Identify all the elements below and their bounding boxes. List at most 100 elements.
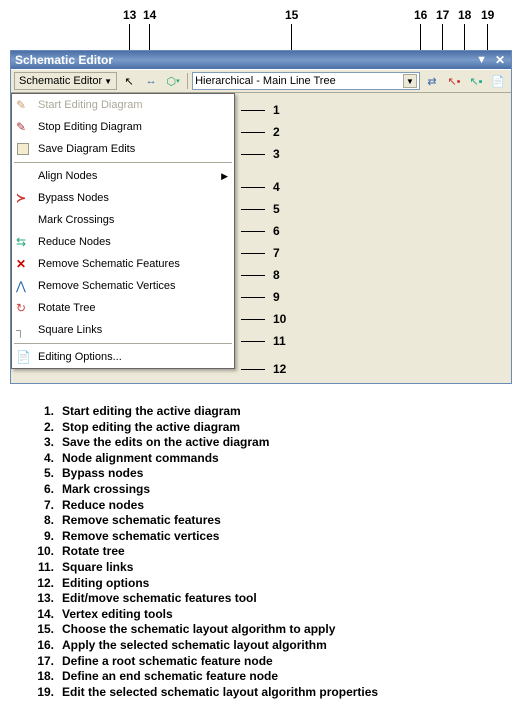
legend-row: 2.Stop editing the active diagram [30, 420, 502, 436]
callout-number: 8 [273, 268, 280, 282]
legend-number: 7. [30, 498, 54, 514]
menu-item[interactable]: ↻Rotate Tree [12, 297, 234, 319]
legend-number: 8. [30, 513, 54, 529]
callout-row: 2 [241, 121, 280, 143]
legend-number: 18. [30, 669, 54, 685]
callout-row: 7 [241, 242, 280, 264]
cursor-icon[interactable]: ↖ [119, 72, 139, 90]
menu-separator [14, 162, 232, 163]
layout-algorithm-combo[interactable]: Hierarchical - Main Line Tree ▼ [192, 72, 420, 90]
legend-number: 17. [30, 654, 54, 670]
legend-row: 16. Apply the selected schematic layout a… [30, 638, 502, 654]
legend-row: 6. Mark crossings [30, 482, 502, 498]
legend-text: Remove schematic vertices [62, 529, 219, 545]
square-icon: ┐ [15, 322, 31, 338]
callout-row: 6 [241, 220, 280, 242]
menu-item[interactable]: ✕Remove Schematic Features [12, 253, 234, 275]
legend-number: 6. [30, 482, 54, 498]
legend-text: Mark crossings [62, 482, 150, 498]
legend-row: 12.Editing options [30, 576, 502, 592]
callout-line [241, 154, 265, 155]
legend-text: Choose the schematic layout algorithm to… [62, 622, 335, 638]
menu-item-label: Bypass Nodes [38, 192, 109, 204]
legend-row: 11.Square links [30, 560, 502, 576]
close-icon[interactable]: ✕ [493, 53, 507, 67]
callout-row: 5 [241, 198, 280, 220]
callout-number: 2 [273, 125, 280, 139]
callout-line [241, 319, 265, 320]
legend-number: 14. [30, 607, 54, 623]
callout-line [291, 24, 292, 50]
menu-item-label: Remove Schematic Vertices [38, 280, 176, 292]
callout-line [442, 24, 443, 50]
menu-item[interactable]: ┐ Square Links [12, 319, 234, 341]
end-node-icon[interactable]: ↖▪ [466, 72, 486, 90]
legend-number: 13. [30, 591, 54, 607]
root-node-icon[interactable]: ↖• [444, 72, 464, 90]
menu-item[interactable]: ✎Stop Editing Diagram [12, 116, 234, 138]
callout-number: 17 [436, 8, 449, 22]
legend-text: Start editing the active diagram [62, 404, 241, 420]
menu-item-label: Save Diagram Edits [38, 143, 135, 155]
menu-item-label: Align Nodes [38, 170, 97, 182]
vertex-tools-icon[interactable]: ⬡▾ [163, 72, 183, 90]
callout-number: 18 [458, 8, 471, 22]
menu-item[interactable]: Align Nodes ▶ [12, 165, 234, 187]
callout-row: 3 [241, 143, 280, 165]
legend-text: Remove schematic features [62, 513, 221, 529]
callout-number: 19 [481, 8, 494, 22]
legend-row: 10.Rotate tree [30, 544, 502, 560]
menu-item-label: Stop Editing Diagram [38, 121, 142, 133]
schematic-editor-dropdown[interactable]: Schematic Editor ▼ [14, 72, 117, 90]
menu-item[interactable]: Save Diagram Edits [12, 138, 234, 160]
submenu-arrow-icon: ▶ [221, 171, 228, 182]
bypass-icon: ≻ [15, 190, 31, 206]
legend-number: 16. [30, 638, 54, 654]
menu-item[interactable]: 📄Editing Options... [12, 346, 234, 368]
legend-text: Apply the selected schematic layout algo… [62, 638, 327, 654]
callout-number: 12 [273, 362, 286, 376]
legend-text: Define an end schematic feature node [62, 669, 278, 685]
legend-text: Edit/move schematic features tool [62, 591, 257, 607]
callout-number: 1 [273, 103, 280, 117]
legend-text: Rotate tree [62, 544, 125, 560]
save-icon [15, 141, 31, 157]
legend-text: Edit the selected schematic layout algor… [62, 685, 378, 701]
callout-number: 16 [414, 8, 427, 22]
callout-line [487, 24, 488, 50]
menu-item[interactable]: Mark Crossings [12, 209, 234, 231]
callout-number: 7 [273, 246, 280, 260]
menu-item: ✎Start Editing Diagram [12, 94, 234, 116]
legend-text: Reduce nodes [62, 498, 144, 514]
menu-item[interactable]: ≻ Bypass Nodes [12, 187, 234, 209]
reduce-icon: ⇆ [15, 234, 31, 250]
callout-row: 11 [241, 330, 286, 352]
callout-number: 11 [273, 334, 286, 348]
apply-layout-icon[interactable]: ⇄ [422, 72, 442, 90]
menu-item-label: Square Links [38, 324, 102, 336]
legend-row: 3.Save the edits on the active diagram [30, 435, 502, 451]
pin-icon[interactable]: ▼ [476, 54, 487, 66]
legend-number: 4. [30, 451, 54, 467]
callout-row: 9 [241, 286, 280, 308]
legend-number: 9. [30, 529, 54, 545]
vertices-icon: ⋀ [15, 278, 31, 294]
schematic-editor-window: Schematic Editor ▼ ✕ Schematic Editor ▼ … [10, 50, 512, 384]
pencil-icon: ✎ [15, 97, 31, 113]
callout-number: 5 [273, 202, 280, 216]
layout-properties-icon[interactable]: 📄 [488, 72, 508, 90]
menu-item[interactable]: ⇆Reduce Nodes [12, 231, 234, 253]
menu-item[interactable]: ⋀ Remove Schematic Vertices [12, 275, 234, 297]
callout-line [241, 369, 265, 370]
x-icon: ✕ [15, 256, 31, 272]
callout-line [241, 253, 265, 254]
rotate-icon: ↻ [15, 300, 31, 316]
callout-line [129, 24, 130, 50]
legend-text: Save the edits on the active diagram [62, 435, 269, 451]
editor-menu: ✎Start Editing Diagram✎Stop Editing Diag… [11, 93, 235, 369]
legend-row: 18. Define an end schematic feature node [30, 669, 502, 685]
legend-number: 1. [30, 404, 54, 420]
callout-line [241, 341, 265, 342]
edit-move-tool-icon[interactable]: ↔ [141, 72, 161, 90]
callout-line [241, 231, 265, 232]
